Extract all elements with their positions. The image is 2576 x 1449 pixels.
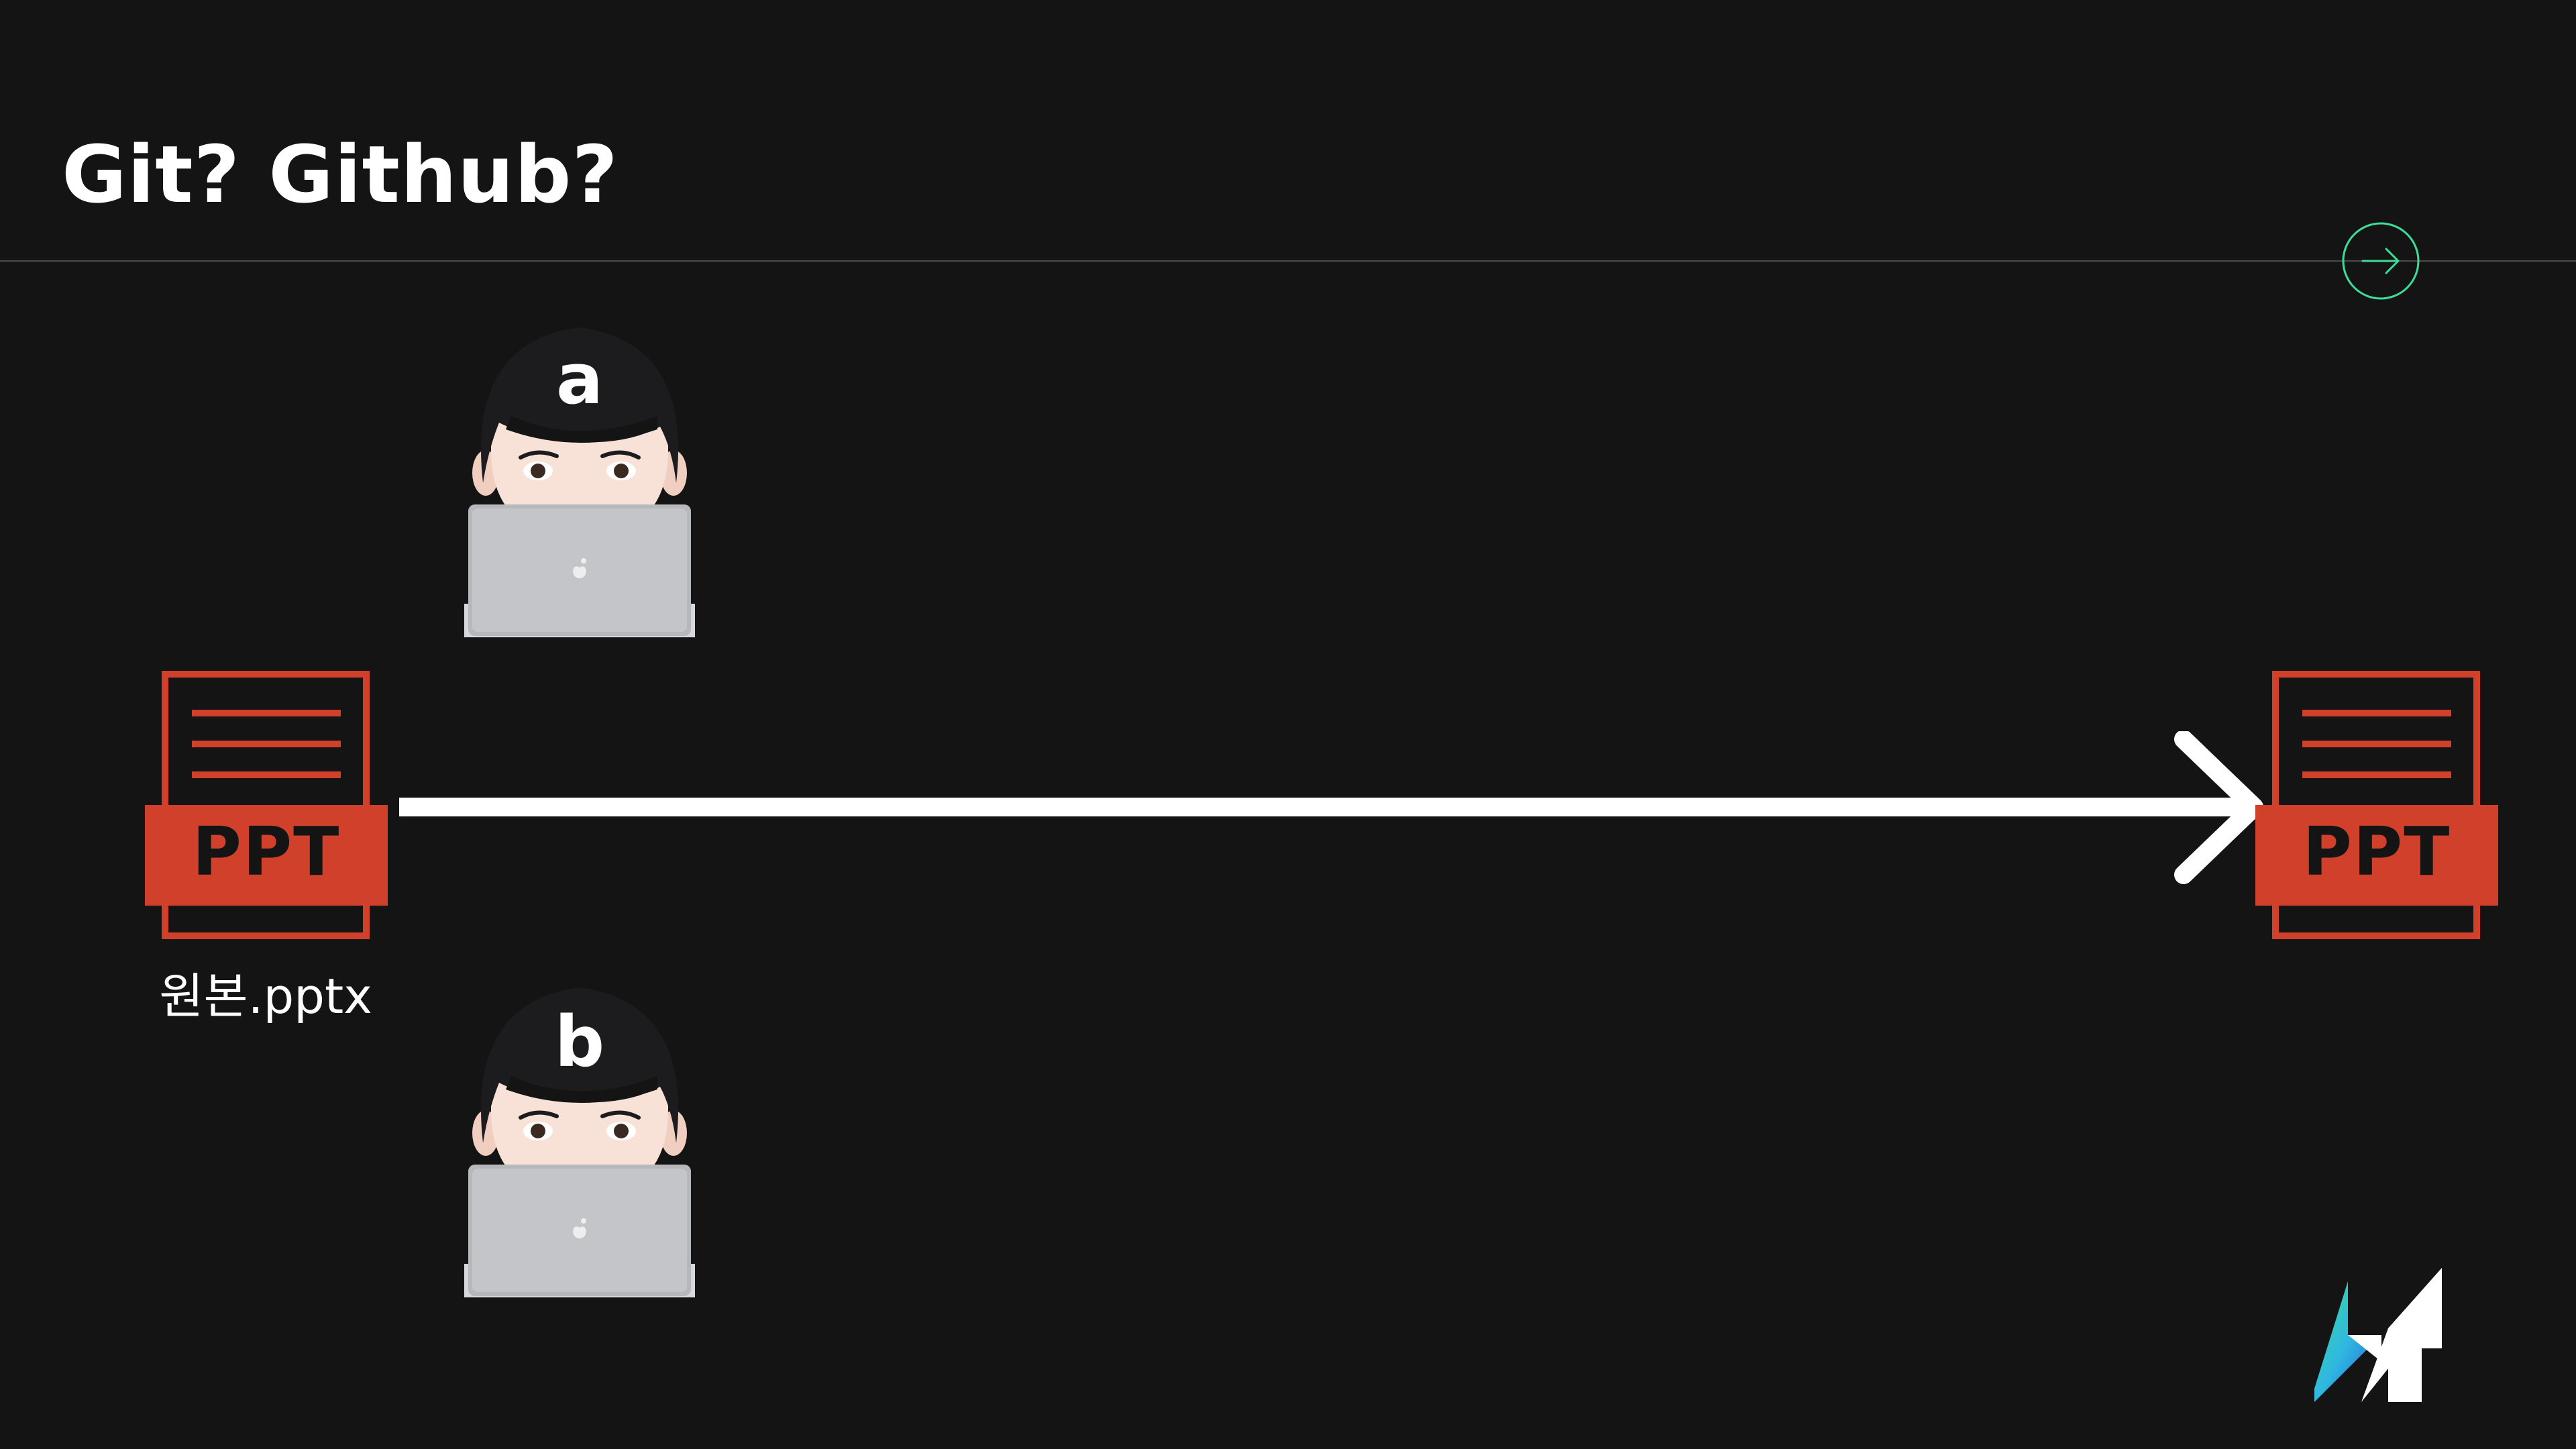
person-b-label: b	[554, 1001, 605, 1083]
result-ppt-badge: PPT	[2302, 812, 2451, 891]
slide-title: Git? Github?	[62, 128, 619, 221]
brand-logo-icon	[2314, 1268, 2442, 1402]
next-slide-button[interactable]	[2341, 221, 2420, 301]
flow-arrow	[396, 731, 2267, 885]
person-a-label: a	[555, 338, 604, 420]
header-divider	[0, 260, 2576, 262]
arrow-right-circle-icon	[2342, 222, 2420, 300]
long-arrow-right-icon	[399, 731, 2263, 884]
source-file-name: 원본.pptx	[159, 968, 372, 1024]
person-a-avatar: a	[459, 315, 700, 637]
source-ppt-file: PPT	[142, 667, 390, 943]
source-ppt-badge: PPT	[192, 812, 341, 891]
result-ppt-file: PPT	[2253, 667, 2501, 943]
brand-logo	[2308, 1268, 2455, 1409]
person-b-avatar: b	[459, 975, 700, 1297]
